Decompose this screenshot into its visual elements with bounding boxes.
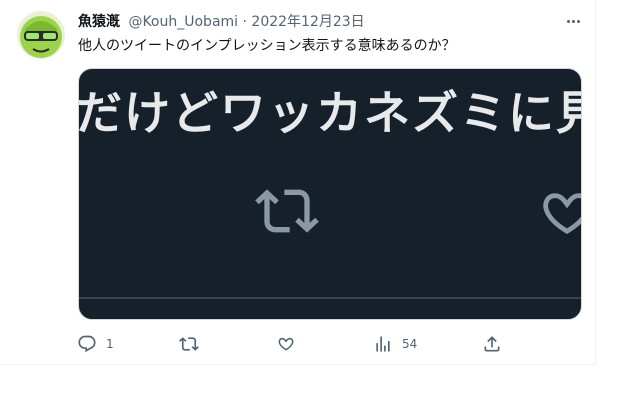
green-face-sunglasses-avatar-icon xyxy=(17,11,65,59)
display-name[interactable]: 魚猿漑 xyxy=(78,14,120,30)
reply-icon xyxy=(78,335,96,353)
user-handle[interactable]: @Kouh_Uobami xyxy=(128,14,238,30)
more-options-icon[interactable] xyxy=(561,11,585,31)
retweet-icon xyxy=(179,337,199,351)
tweet-text: 他人のツイートのインプレッション表示する意味あるのか？ xyxy=(78,38,456,54)
heart-icon xyxy=(278,337,294,351)
views-count: 54 xyxy=(402,337,418,351)
tweet-actions: 1 54 xyxy=(0,332,596,356)
reply-button[interactable]: 1 xyxy=(77,332,114,356)
tweet-card[interactable]: 魚猿漑 @Kouh_Uobami · 2022年12月23日 他人のツイートのイ… xyxy=(0,0,596,365)
share-icon xyxy=(484,336,500,352)
media-divider xyxy=(79,297,581,299)
share-button[interactable] xyxy=(482,332,502,356)
reply-count: 1 xyxy=(106,337,114,351)
retweet-button[interactable] xyxy=(179,332,208,356)
like-button[interactable] xyxy=(276,332,305,356)
avatar[interactable] xyxy=(17,11,65,59)
tweet-media-image[interactable]: だけどワッカネズミに見 xyxy=(78,68,582,320)
views-chart-icon xyxy=(376,336,390,352)
media-heart-icon xyxy=(543,193,581,235)
tweet-header: 魚猿漑 @Kouh_Uobami · 2022年12月23日 xyxy=(78,13,365,31)
media-retweet-icon xyxy=(255,189,319,233)
separator-dot: · xyxy=(242,14,247,30)
views-button[interactable]: 54 xyxy=(373,332,417,356)
tweet-date[interactable]: 2022年12月23日 xyxy=(251,14,364,30)
media-caption-text: だけどワッカネズミに見 xyxy=(78,86,582,140)
